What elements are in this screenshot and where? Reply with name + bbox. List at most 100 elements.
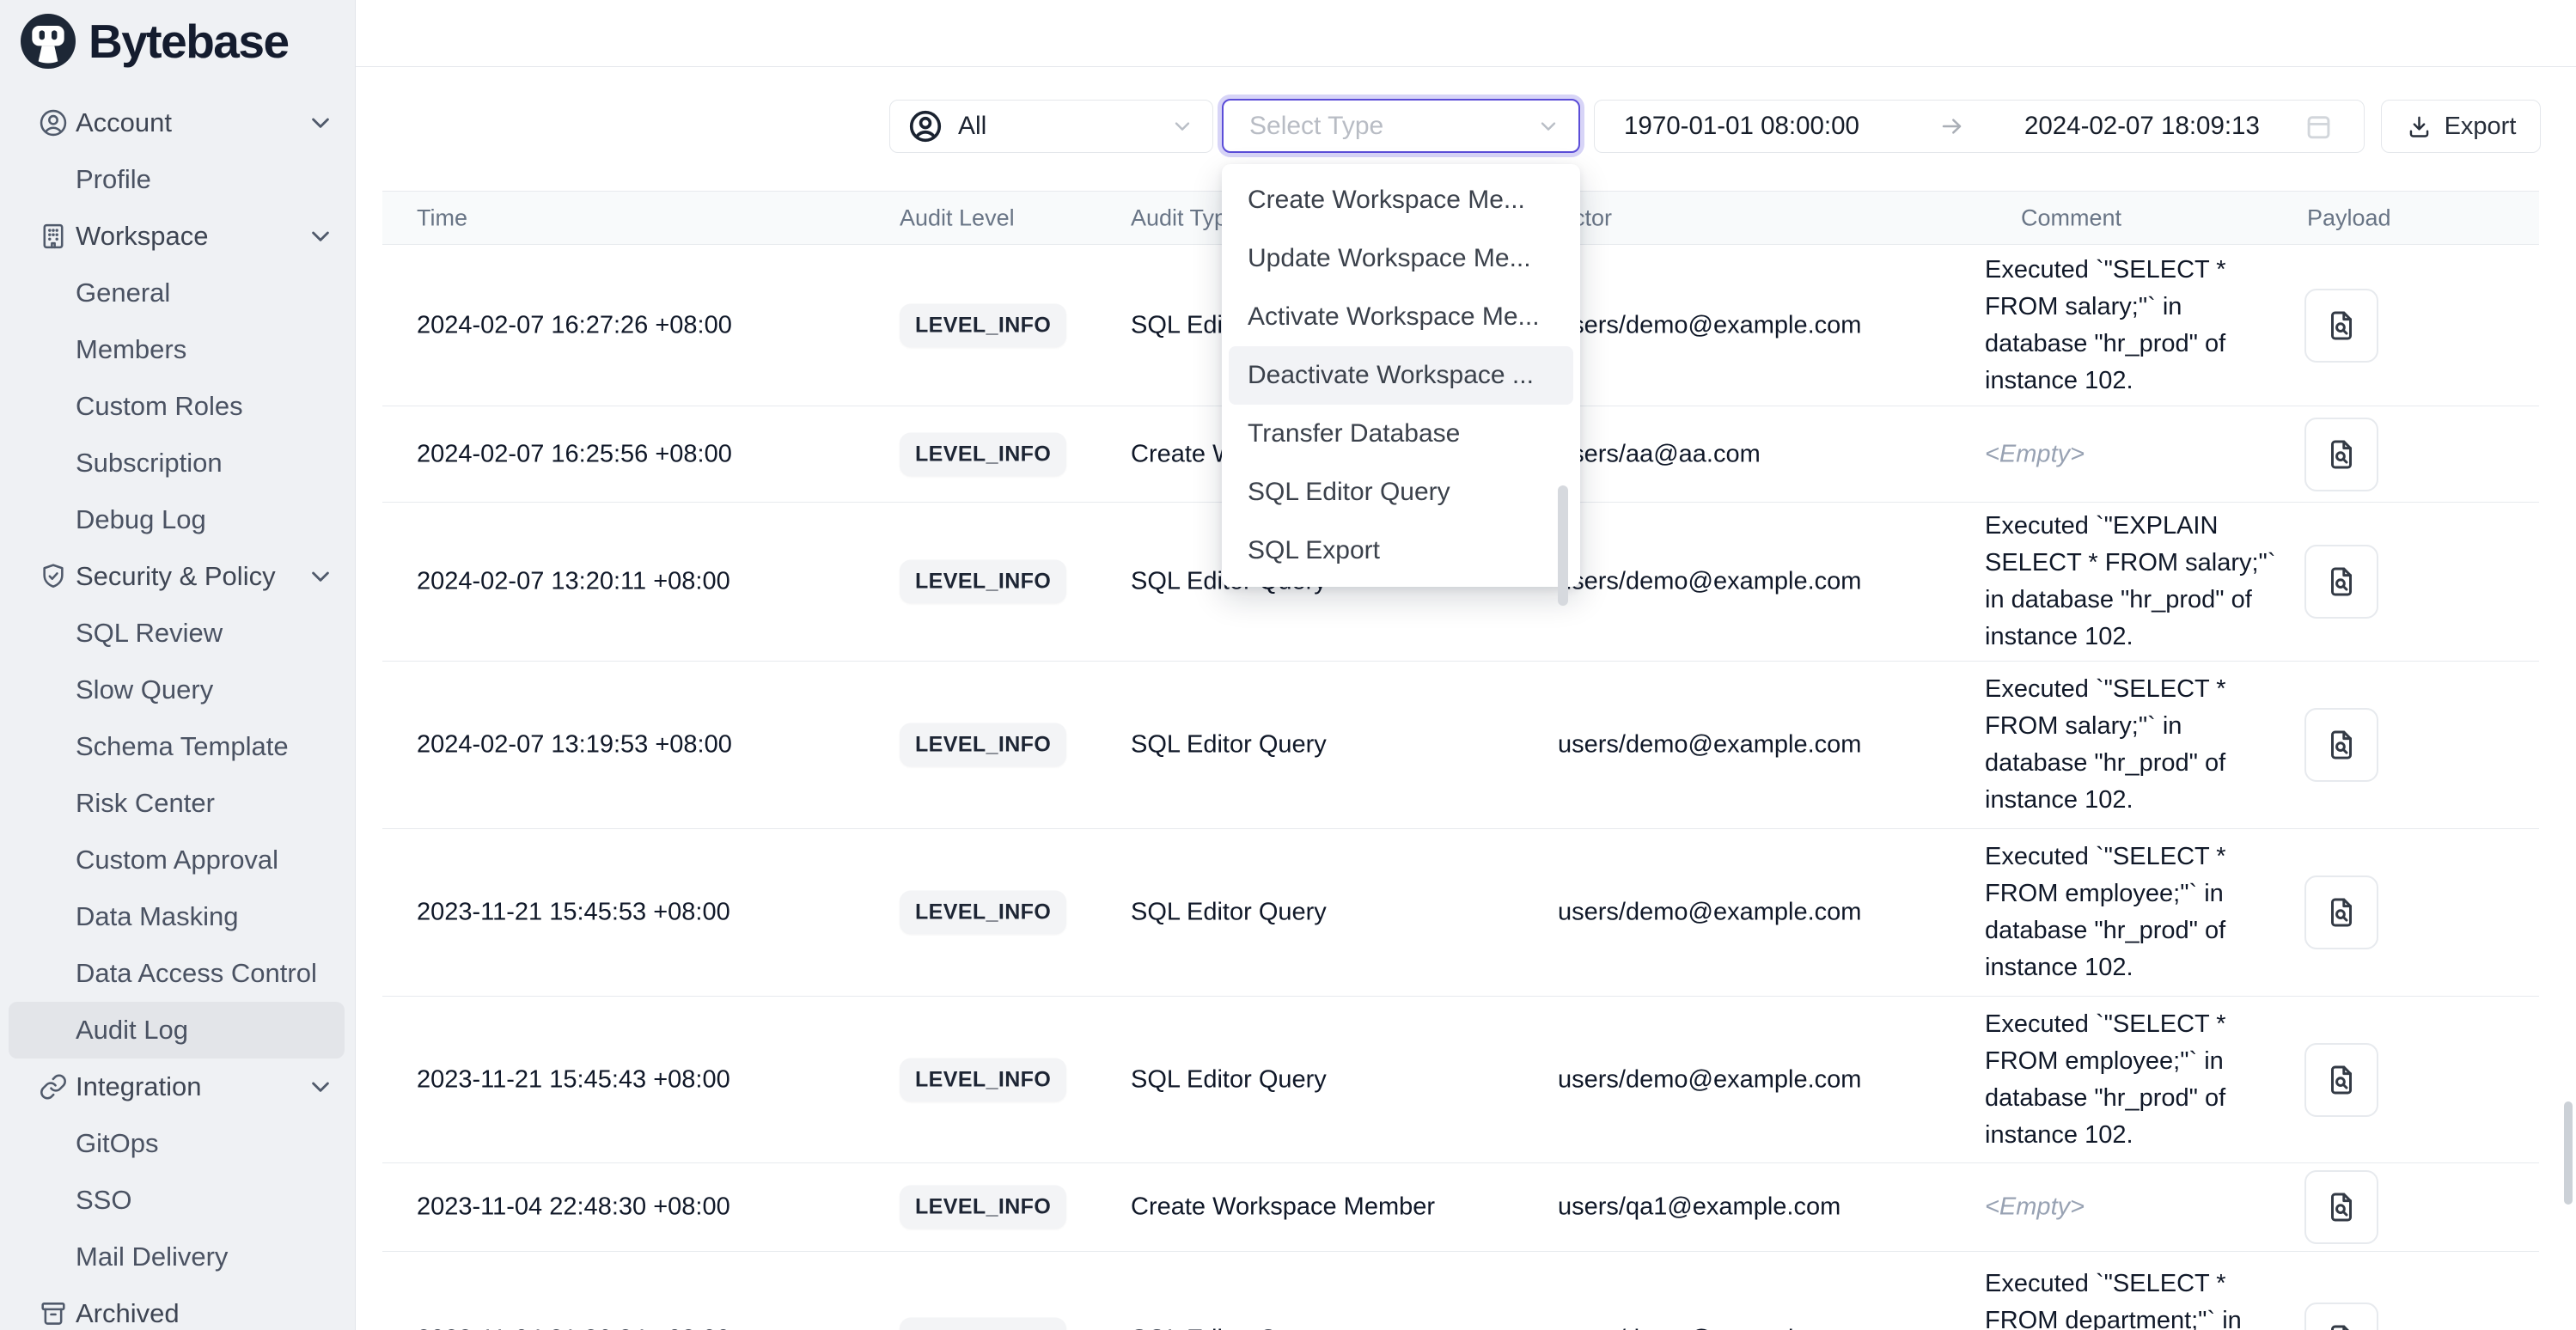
link-icon [38,1071,69,1102]
type-option-transfer-database[interactable]: Transfer Database [1222,405,1580,463]
actor-cell: users/demo@example.com [1558,731,1861,760]
chevron-down-icon [1535,113,1561,139]
time-cell: 2023-11-04 21:26:34 +08:00 [417,1326,730,1330]
comment-cell: Executed `"SELECT * FROM employee;"` in … [1985,839,2287,986]
level-badge: LEVEL_INFO [900,432,1066,476]
sidebar-item-risk-center[interactable]: Risk Center [0,775,355,832]
payload-cell [2304,1303,2378,1330]
column-header-time: Time [417,204,467,231]
type-option-label: Update Workspace Me... [1248,244,1531,273]
audit-level-cell: LEVEL_INFO [900,1058,1066,1101]
table-row: 2023-11-04 21:26:34 +08:00LEVEL_INFOSQL … [382,1252,2539,1330]
sidebar-item-subscription[interactable]: Subscription [0,435,355,491]
payload-cell [2304,1043,2378,1117]
sidebar-item-label: Slow Query [76,674,213,705]
download-icon [2406,113,2433,140]
type-filter-select[interactable]: Select Type [1222,99,1580,153]
audit-level-cell: LEVEL_INFO [900,1186,1066,1229]
audit-type-cell: SQL Editor Query [1131,1326,1327,1330]
chevron-down-icon [305,561,336,592]
type-option-activate-workspace-me[interactable]: Activate Workspace Me... [1222,288,1580,346]
type-option-label: Activate Workspace Me... [1248,302,1540,332]
type-option-label: SQL Export [1248,536,1380,565]
type-option-create-workspace-me[interactable]: Create Workspace Me... [1222,171,1580,229]
sidebar-section-label: Security & Policy [76,561,276,592]
sidebar-item-data-masking[interactable]: Data Masking [0,888,355,945]
payload-view-button[interactable] [2304,1170,2378,1244]
comment-cell: <Empty> [1985,1189,2287,1226]
payload-view-button[interactable] [2304,418,2378,491]
payload-view-button[interactable] [2304,1043,2378,1117]
payload-cell [2304,875,2378,949]
sidebar-item-label: Data Access Control [76,958,317,989]
type-option-deactivate-workspace[interactable]: Deactivate Workspace ... [1229,346,1573,405]
archive-icon [38,1298,69,1329]
time-cell: 2024-02-07 16:25:56 +08:00 [417,440,732,468]
file-search-icon [2323,1062,2359,1098]
sidebar-item-custom-roles[interactable]: Custom Roles [0,378,355,435]
audit-level-cell: LEVEL_INFO [900,891,1066,935]
sidebar-item-label: Debug Log [76,504,206,535]
payload-view-button[interactable] [2304,545,2378,619]
sidebar-item-slow-query[interactable]: Slow Query [0,662,355,718]
payload-view-button[interactable] [2304,1303,2378,1330]
payload-view-button[interactable] [2304,875,2378,949]
column-header-comment: Comment [2021,204,2121,231]
sidebar-item-general[interactable]: General [0,265,355,321]
export-button[interactable]: Export [2381,100,2541,153]
sidebar-item-data-access-control[interactable]: Data Access Control [0,945,355,1002]
comment-cell: Executed `"SELECT * FROM department;"` i… [1985,1266,2287,1330]
bytebase-logo[interactable]: Bytebase [0,0,355,82]
sidebar-item-mail-delivery[interactable]: Mail Delivery [0,1229,355,1285]
chevron-down-icon [305,1071,336,1102]
column-header-payload: Payload [2307,204,2391,231]
chevron-down-icon [305,107,336,138]
sidebar-item-label: Audit Log [76,1015,188,1046]
comment-cell: Executed `"SELECT * FROM employee;"` in … [1985,1006,2287,1154]
sidebar-section-archived[interactable]: Archived [0,1285,355,1330]
sidebar-item-debug-log[interactable]: Debug Log [0,491,355,548]
type-option-update-workspace-me[interactable]: Update Workspace Me... [1222,229,1580,288]
sidebar-item-label: SSO [76,1185,131,1216]
sidebar-item-schema-template[interactable]: Schema Template [0,718,355,775]
file-search-icon [2323,308,2359,344]
actor-filter-select[interactable]: All [889,100,1213,153]
export-label: Export [2445,113,2517,141]
payload-cell [2304,708,2378,782]
sidebar-item-profile[interactable]: Profile [0,151,355,208]
type-filter-placeholder: Select Type [1249,112,1383,141]
top-bar [356,0,2576,67]
page-scrollbar[interactable] [2564,1101,2573,1205]
type-option-label: Deactivate Workspace ... [1248,361,1534,390]
actor-cell: users/demo@example.com [1558,568,1861,596]
sidebar-section-security-policy[interactable]: Security & Policy [0,548,355,605]
type-option-sql-editor-query[interactable]: SQL Editor Query [1222,463,1580,522]
sidebar-item-sql-review[interactable]: SQL Review [0,605,355,662]
actor-cell: users/qa1@example.com [1558,1193,1840,1222]
user-icon [38,107,69,138]
comment-cell: Executed `"EXPLAIN SELECT * FROM salary;… [1985,508,2287,656]
type-option-sql-export[interactable]: SQL Export [1222,522,1580,580]
sidebar-item-custom-approval[interactable]: Custom Approval [0,832,355,888]
payload-view-button[interactable] [2304,708,2378,782]
sidebar-item-gitops[interactable]: GitOps [0,1115,355,1172]
comment-cell: Executed `"SELECT * FROM salary;"` in da… [1985,671,2287,819]
table-row: 2023-11-21 15:45:53 +08:00LEVEL_INFOSQL … [382,829,2539,997]
dropdown-scrollbar[interactable] [1558,485,1568,606]
sidebar-item-members[interactable]: Members [0,321,355,378]
sidebar-item-label: Mail Delivery [76,1242,228,1272]
sidebar-section-account[interactable]: Account [0,95,355,151]
date-range-picker[interactable]: 1970-01-01 08:00:00 2024-02-07 18:09:13 [1594,100,2365,153]
date-range-start[interactable]: 1970-01-01 08:00:00 [1624,112,1859,141]
file-search-icon [2323,564,2359,600]
audit-level-cell: LEVEL_INFO [900,303,1066,347]
type-filter-dropdown: Create Workspace Me... Update Workspace M… [1222,164,1580,587]
sidebar-item-sso[interactable]: SSO [0,1172,355,1229]
date-range-end[interactable]: 2024-02-07 18:09:13 [2024,112,2260,141]
sidebar-section-workspace[interactable]: Workspace [0,208,355,265]
payload-view-button[interactable] [2304,289,2378,363]
sidebar-section-integration[interactable]: Integration [0,1059,355,1115]
sidebar-item-audit-log[interactable]: Audit Log [9,1002,345,1059]
column-header-audit-level: Audit Level [900,204,1015,231]
audit-type-cell: SQL Editor Query [1131,731,1327,760]
